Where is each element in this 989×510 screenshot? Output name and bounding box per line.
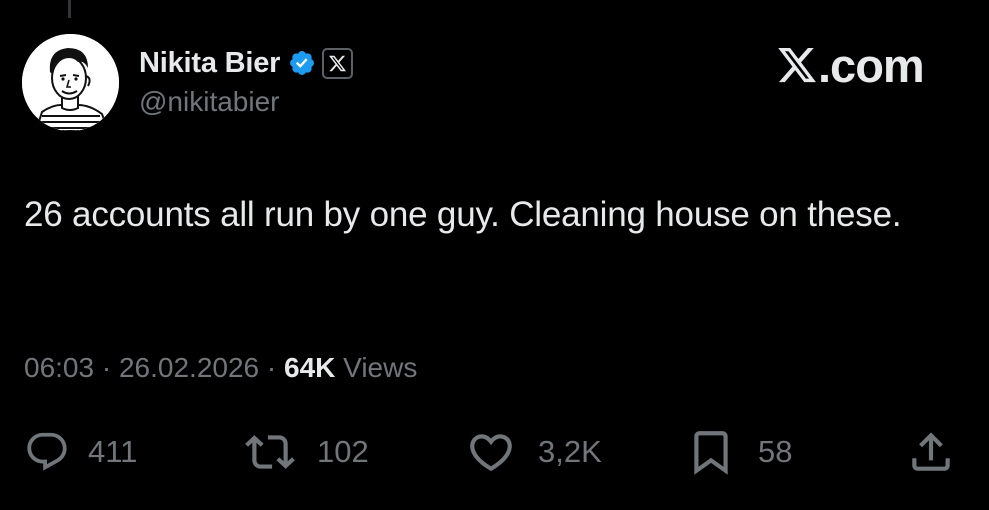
bookmark-count: 58 (758, 434, 793, 469)
tweet-date[interactable]: 26.02.2026 (119, 352, 259, 383)
like-button[interactable]: 3,2K (466, 429, 602, 475)
bookmark-icon (694, 431, 728, 475)
heart-icon (470, 434, 512, 472)
x-logo-icon (329, 55, 347, 71)
tweet-text: 26 accounts all run by one guy. Cleaning… (24, 195, 902, 234)
author-name-row: Nikita Bier (139, 43, 354, 83)
brand-watermark: .com (776, 37, 925, 93)
views-count[interactable]: 64K (284, 352, 335, 383)
avatar-illustration (22, 34, 119, 131)
tweet-metadata: 06:03 · 26.02.2026 · 64K Views (24, 352, 417, 384)
share-icon (912, 432, 950, 471)
repost-icon (245, 435, 295, 469)
reply-icon (27, 432, 67, 471)
brand-label: .com (818, 38, 925, 92)
x-logo-icon (778, 47, 816, 83)
meta-separator: · (101, 352, 112, 383)
meta-separator: · (266, 352, 277, 383)
avatar[interactable] (22, 34, 119, 131)
reply-count: 411 (88, 434, 138, 469)
reply-button[interactable]: 411 (24, 429, 137, 475)
like-count: 3,2K (538, 434, 602, 469)
repost-count: 102 (317, 434, 369, 469)
verified-badge-icon[interactable] (288, 49, 316, 77)
thread-connector-line (68, 0, 71, 18)
affiliation-badge[interactable] (322, 47, 354, 79)
views-label: Views (343, 352, 418, 383)
bookmark-button[interactable]: 58 (686, 429, 792, 475)
tweet-time[interactable]: 06:03 (24, 352, 94, 383)
repost-button[interactable]: 102 (245, 429, 369, 475)
author-handle[interactable]: @nikitabier (139, 86, 279, 118)
author-display-name[interactable]: Nikita Bier (139, 47, 280, 80)
share-button[interactable] (906, 429, 956, 475)
